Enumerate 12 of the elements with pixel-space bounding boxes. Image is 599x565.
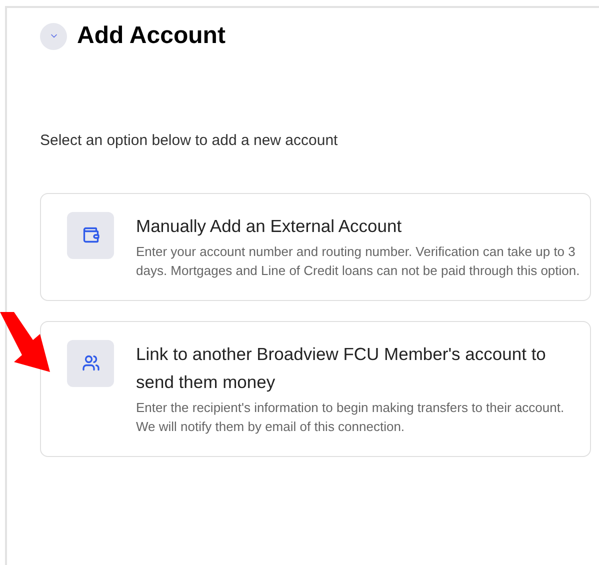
pointer-arrow-drawing xyxy=(0,312,52,374)
option-title: Manually Add an External Account xyxy=(136,214,403,238)
wallet-icon xyxy=(82,226,100,244)
collapse-toggle[interactable] xyxy=(40,22,67,50)
option-description: Enter the recipient's information to begin making transfers to their account. We will notify them by email of this connection. xyxy=(136,398,566,436)
option-card[interactable]: Link to another Broadview FCU Member's account to send them money Enter the recipient's information to begin making transfers to their account. We will notify them by email of this connection. xyxy=(40,320,591,456)
people-icon xyxy=(82,354,100,372)
page-title: Add Account xyxy=(77,21,226,51)
option-description: Enter your account number and routing number. Verification can take up to 3 days. Mortgages and Line of Credit loans can not be paid through this option. xyxy=(136,242,580,280)
option-card[interactable]: Manually Add an External Account Enter your account number and routing number. Verification can take up to 3 days. Mortgages and Line of Credit loans can not be paid through this option. xyxy=(40,192,591,300)
option-title: Link to another Broadview FCU Member's account to send them money xyxy=(136,342,547,394)
intro-text: Select an option below to add a new account xyxy=(40,131,339,151)
